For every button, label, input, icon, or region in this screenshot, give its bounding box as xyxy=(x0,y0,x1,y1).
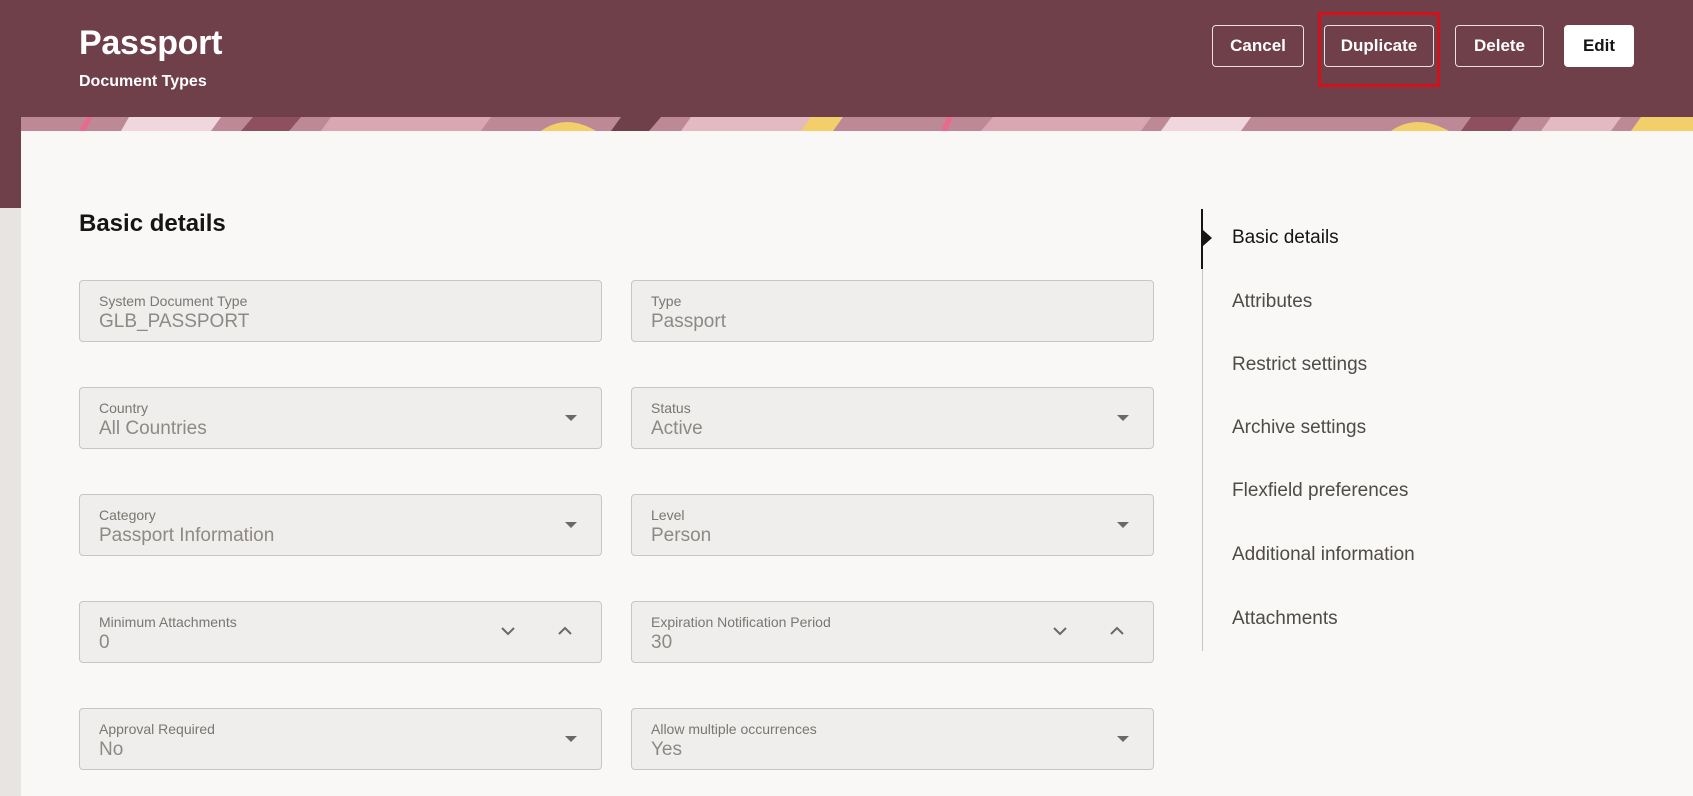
field-label: Type xyxy=(651,293,682,309)
system-document-type-field: System Document Type GLB_PASSPORT xyxy=(79,280,602,342)
caret-down-icon[interactable] xyxy=(1117,522,1129,528)
level-select[interactable]: Level Person xyxy=(631,494,1154,556)
approval-required-select[interactable]: Approval Required No xyxy=(79,708,602,770)
field-value: All Countries xyxy=(99,418,207,439)
caret-down-icon[interactable] xyxy=(1117,415,1129,421)
triangle-right-icon xyxy=(1203,230,1212,246)
background-texture xyxy=(0,208,21,796)
caret-down-icon[interactable] xyxy=(565,736,577,742)
type-field: Type Passport xyxy=(631,280,1154,342)
edit-button[interactable]: Edit xyxy=(1564,25,1634,67)
page-subtitle: Document Types xyxy=(79,73,207,90)
field-label: Category xyxy=(99,507,156,523)
status-select[interactable]: Status Active xyxy=(631,387,1154,449)
chevron-down-icon[interactable] xyxy=(500,623,516,639)
field-label: Allow multiple occurrences xyxy=(651,721,817,737)
nav-item-flexfield-preferences[interactable]: Flexfield preferences xyxy=(1232,480,1408,502)
field-label: Level xyxy=(651,507,685,523)
nav-item-restrict-settings[interactable]: Restrict settings xyxy=(1232,354,1367,376)
duplicate-button[interactable]: Duplicate xyxy=(1324,25,1434,67)
chevron-up-icon[interactable] xyxy=(557,623,573,639)
allow-multiple-occurrences-select[interactable]: Allow multiple occurrences Yes xyxy=(631,708,1154,770)
caret-down-icon[interactable] xyxy=(565,522,577,528)
nav-item-attachments[interactable]: Attachments xyxy=(1232,608,1338,630)
caret-down-icon[interactable] xyxy=(1117,736,1129,742)
field-label: Approval Required xyxy=(99,721,215,737)
nav-item-additional-information[interactable]: Additional information xyxy=(1232,544,1415,566)
field-label: Status xyxy=(651,400,691,416)
country-select[interactable]: Country All Countries xyxy=(79,387,602,449)
content-card xyxy=(21,131,1693,796)
field-value: 30 xyxy=(651,632,673,653)
cancel-button[interactable]: Cancel xyxy=(1212,25,1304,67)
field-label: Expiration Notification Period xyxy=(651,614,831,630)
delete-button[interactable]: Delete xyxy=(1455,25,1544,67)
field-label: Country xyxy=(99,400,149,416)
field-value: Active xyxy=(651,418,703,439)
field-value: Yes xyxy=(651,739,682,760)
category-select[interactable]: Category Passport Information xyxy=(79,494,602,556)
field-label: System Document Type xyxy=(99,293,248,309)
field-value: No xyxy=(99,739,124,760)
page-title: Passport xyxy=(79,24,223,62)
minimum-attachments-stepper[interactable]: Minimum Attachments 0 xyxy=(79,601,602,663)
nav-rail xyxy=(1202,209,1203,651)
expiration-notification-period-stepper[interactable]: Expiration Notification Period 30 xyxy=(631,601,1154,663)
field-label: Minimum Attachments xyxy=(99,614,237,630)
section-title: Basic details xyxy=(79,210,226,237)
caret-down-icon[interactable] xyxy=(565,415,577,421)
nav-item-attributes[interactable]: Attributes xyxy=(1232,291,1312,313)
nav-item-archive-settings[interactable]: Archive settings xyxy=(1232,417,1366,439)
field-value: 0 xyxy=(99,632,110,653)
decorative-banner xyxy=(21,117,1693,131)
field-value: GLB_PASSPORT xyxy=(99,311,250,332)
chevron-up-icon[interactable] xyxy=(1109,623,1125,639)
field-value: Passport Information xyxy=(99,525,275,546)
field-value: Passport xyxy=(651,311,726,332)
chevron-down-icon[interactable] xyxy=(1052,623,1068,639)
nav-item-basic-details[interactable]: Basic details xyxy=(1232,227,1339,249)
field-value: Person xyxy=(651,525,712,546)
